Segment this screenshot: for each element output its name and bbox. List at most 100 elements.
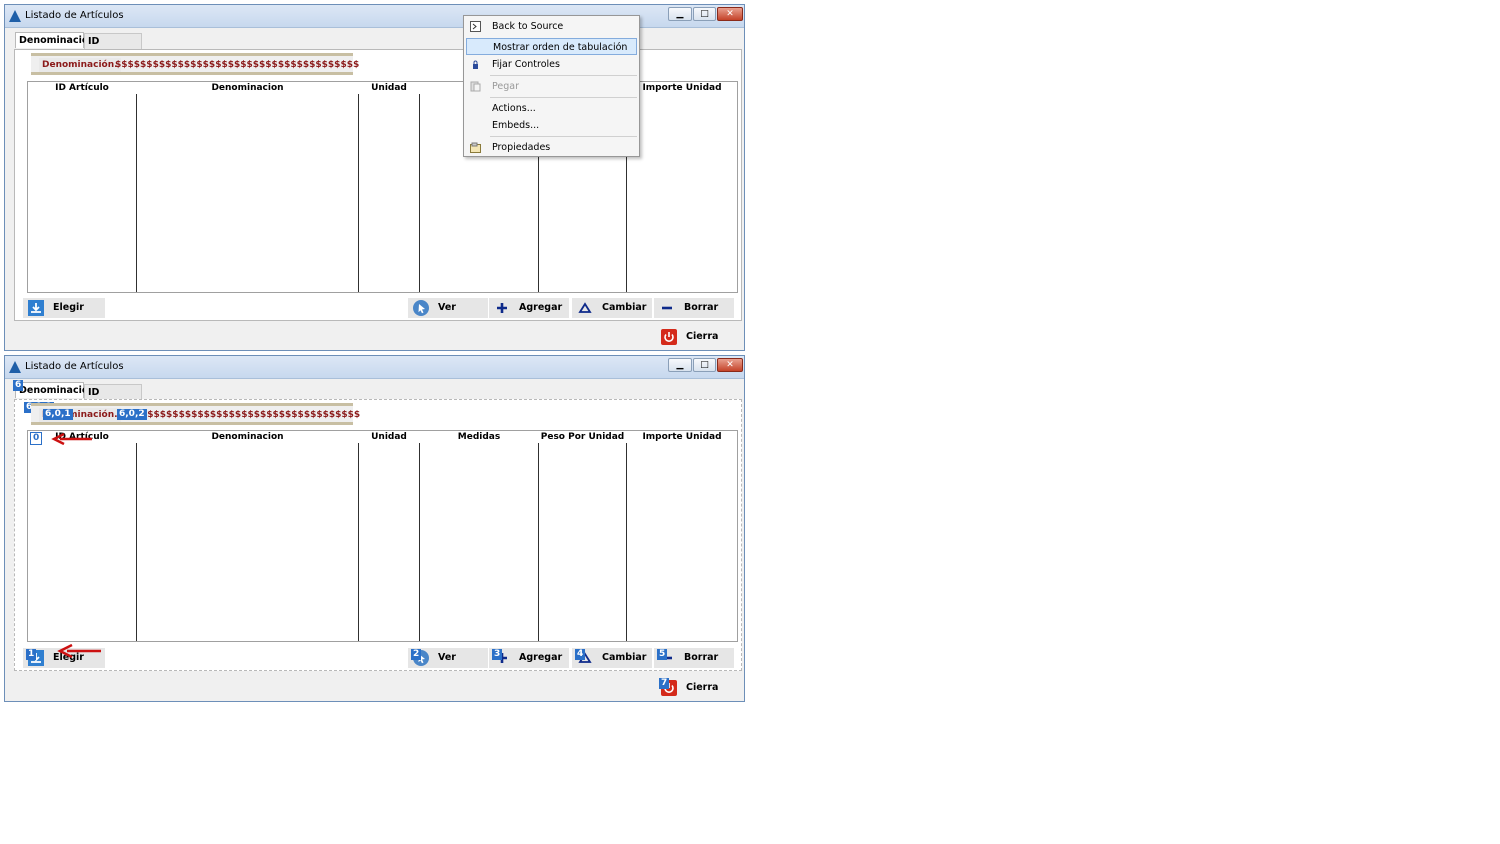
borrar-button[interactable]: Borrar 5 [654,648,734,668]
elegir-button[interactable]: Elegir [23,298,105,318]
ver-button[interactable]: Ver 2 [408,648,488,668]
menu-item-embeds[interactable]: Embeds... [466,117,637,134]
menu-separator [490,97,637,98]
articles-table[interactable]: ID Artículo Denominacion Unidad Medidas … [27,430,738,642]
menu-item-label: Pegar [492,81,519,92]
button-label: Agregar [519,652,563,663]
menu-item-propiedades[interactable]: Propiedades [466,139,637,156]
column-divider [136,443,137,641]
cambiar-button[interactable]: Cambiar 4 [572,648,652,668]
column-header[interactable]: Importe Unidad [627,82,737,94]
menu-item-label: Actions... [492,103,536,114]
column-header[interactable]: Peso Por Unidad [539,431,626,443]
power-icon [661,329,677,345]
button-label: Ver [438,302,456,313]
column-divider [136,94,137,292]
app-icon [9,10,21,22]
tab-order-cierra: 7 [659,678,670,689]
cierra-button[interactable]: Cierra [656,327,738,347]
red-arrow-icon [57,644,101,658]
column-divider [419,443,420,641]
maximize-icon: □ [700,360,709,370]
tab-id-articulo[interactable]: ID Artículo [84,384,142,414]
filter-bar: Denominación. $$$$$$$$$$$$$$$$$$$$$$$$$$… [31,403,360,425]
column-header[interactable]: ID Artículo [28,82,136,94]
tab-order-ver: 2 [411,649,422,660]
button-label: Agregar [519,302,563,313]
close-button[interactable]: ✕ [717,358,743,372]
tab-denominacion[interactable]: Denominación [15,382,95,398]
maximize-icon: □ [700,9,709,19]
tab-order-grid: 0 [30,432,43,445]
menu-item-pegar: Pegar [466,78,637,95]
close-button[interactable]: ✕ [717,7,743,21]
minus-icon [662,306,672,310]
menu-item-mostrar-orden-tabulacion[interactable]: Mostrar orden de tabulación [466,38,637,55]
title-bar[interactable]: Listado de Artículos ▁ □ ✕ [5,356,744,379]
menu-item-back-to-source[interactable]: Back to Source [466,18,637,35]
column-header[interactable]: Denominacion [137,431,358,443]
menu-item-label: Back to Source [492,21,564,32]
tab-denominacion[interactable]: Denominación [15,32,95,48]
maximize-button[interactable]: □ [693,7,716,21]
menu-item-label: Fijar Controles [492,59,560,70]
column-divider [626,443,627,641]
source-icon [470,21,481,32]
column-header[interactable]: Unidad [359,431,419,443]
cierra-button[interactable]: Cierra 7 [656,678,738,698]
filter-value[interactable]: $$$$$$$$$$$$$$$$$$$$$$$$$$$$$$$$$$$ [141,408,360,422]
filter-value[interactable]: $$$$$$$$$$$$$$$$$$$$$$$$$$$$$$$$$$$$$$$ [115,58,359,72]
menu-separator [490,136,637,137]
tab-order-elegir: 1 [26,649,37,660]
menu-item-fijar-controles[interactable]: Fijar Controles [466,56,637,73]
minimize-button[interactable]: ▁ [668,358,692,372]
lock-icon [473,60,478,69]
tab-order-filter-label: 6,0,1 [43,409,73,420]
minimize-icon: ▁ [676,9,684,19]
column-divider [358,443,359,641]
maximize-button[interactable]: □ [693,358,716,372]
red-arrow-icon [51,433,92,445]
plus-icon [497,303,507,313]
paste-icon [470,81,481,92]
button-label: Elegir [53,302,84,313]
menu-separator [490,75,637,76]
column-header[interactable]: Unidad [359,82,419,94]
button-label: Cierra [686,331,719,342]
close-icon: ✕ [726,360,734,370]
column-header[interactable]: Medidas [420,431,538,443]
agregar-button[interactable]: Agregar 3 [489,648,569,668]
minimize-button[interactable]: ▁ [668,7,692,21]
elegir-button[interactable]: Elegir 1 [23,644,105,668]
properties-icon [470,142,481,153]
filter-label: Denominación. [39,58,121,72]
menu-item-label: Embeds... [492,120,540,131]
button-label: Cambiar [602,652,647,663]
column-divider [538,443,539,641]
column-header[interactable]: Importe Unidad [627,431,737,443]
ver-button[interactable]: Ver [408,298,488,318]
column-divider [358,94,359,292]
borrar-button[interactable]: Borrar [654,298,734,318]
cursor-icon [413,300,429,316]
cambiar-button[interactable]: Cambiar [572,298,652,318]
menu-item-label: Mostrar orden de tabulación [493,42,628,53]
column-divider [419,94,420,292]
app-icon [9,361,21,373]
tab-order-filter-value: 6,0,2 [117,409,147,420]
tab-panel: 6,0,0 Denominación. $$$$$$$$$$$$$$$$$$$$… [14,399,742,671]
tab-order-cambiar: 4 [575,649,586,660]
close-icon: ✕ [726,9,734,19]
tab-order-agregar: 3 [492,649,503,660]
triangle-icon [578,302,592,313]
menu-item-actions[interactable]: Actions... [466,100,637,117]
button-label: Borrar [684,652,719,663]
agregar-button[interactable]: Agregar [489,298,569,318]
minimize-icon: ▁ [676,360,684,370]
download-arrow-icon [28,300,44,316]
column-header[interactable]: Denominacion [137,82,358,94]
button-label: Cambiar [602,302,647,313]
menu-item-label: Propiedades [492,142,551,153]
tab-id-articulo[interactable]: ID Artículo [84,33,142,63]
tab-order-borrar: 5 [657,649,668,660]
